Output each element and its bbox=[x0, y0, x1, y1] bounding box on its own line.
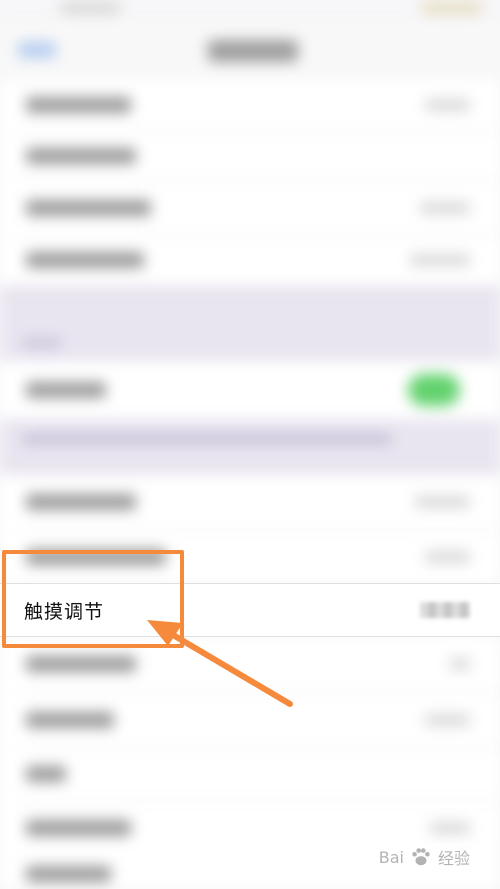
watermark: Bai 经验 bbox=[379, 845, 470, 869]
paw-icon bbox=[412, 848, 430, 866]
settings-screen: 触摸调节 Bai 经验 bbox=[0, 0, 500, 889]
watermark-text-left: Bai bbox=[378, 847, 404, 867]
pointer-arrow-icon bbox=[147, 620, 293, 707]
watermark-text-right: 经验 bbox=[437, 849, 470, 868]
